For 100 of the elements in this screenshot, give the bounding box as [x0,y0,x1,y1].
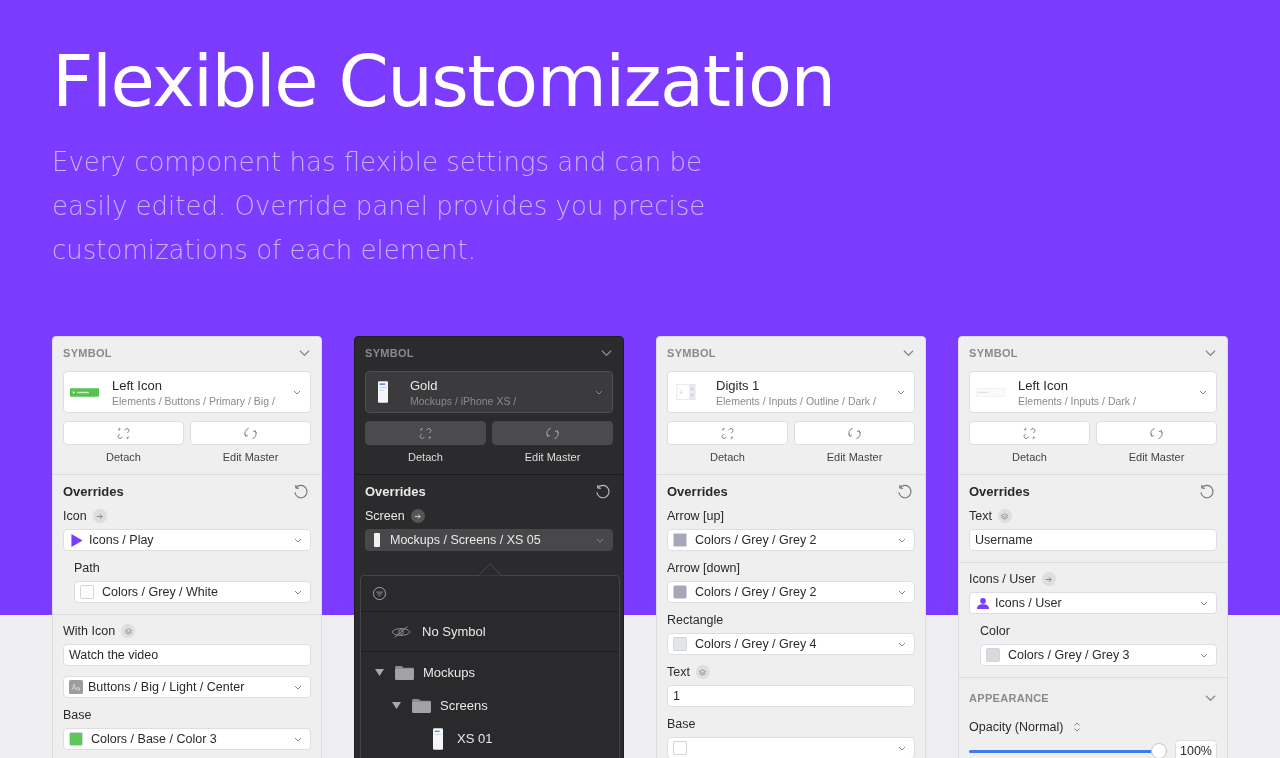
button-caption: Detach [1012,451,1047,463]
text-field[interactable]: 1 [667,685,915,707]
field-label: Text [969,509,992,523]
field-label: Text [667,665,690,679]
dropdown[interactable]: Colors / Grey / Grey 4 [667,633,915,655]
button-caption: Edit Master [1128,451,1185,463]
section-title: APPEARANCE [969,692,1049,704]
field-label: Opacity (Normal) [969,720,1064,734]
symbol-picker[interactable]: Left Icon Elements / Inputs / Dark / [969,371,1217,413]
field-label: With Icon [63,624,116,638]
chevron-icon[interactable] [903,349,914,357]
reset-icon[interactable] [896,483,913,500]
overrides-title: Overrides [667,484,728,499]
dropdown[interactable]: Colors / Grey / Grey 2 [667,529,915,551]
button-thumbnail-icon [70,387,99,397]
chevron-icon [898,589,906,595]
slider-thumb[interactable] [1151,743,1167,758]
symbol-name: Left Icon [112,377,163,393]
dropdown[interactable]: Colors / Grey / Grey 2 [667,581,915,603]
dropdown[interactable]: Colors / Grey / Grey 3 [980,644,1217,666]
up-down-icon[interactable] [1073,721,1082,733]
button-caption: Detach [408,451,443,463]
tree-item[interactable]: Screens [361,689,619,722]
text-style-icon [69,680,83,694]
symbol-picker[interactable]: Gold Mockups / iPhone XS / [365,371,613,413]
chevron-icon[interactable] [601,349,612,357]
intro-text: Every component has flexible settings and can be easily edited. Override panel provides you precise customizations of each element. [52,146,707,267]
section-title: SYMBOL [969,347,1018,359]
sync-icon [847,425,862,441]
hidden-eye-icon [391,624,411,639]
tree-item[interactable]: XS 01 [361,722,619,755]
field-label: Icons / User [969,572,1036,586]
layers-icon[interactable] [121,624,136,638]
reset-icon[interactable] [292,483,309,500]
user-icon [977,596,989,610]
field-label: Arrow [up] [667,509,724,523]
headline: Flexible Customization [52,38,836,125]
reset-icon[interactable] [594,483,611,500]
overrides-title: Overrides [365,484,426,499]
text-field[interactable]: Watch the video [63,644,311,666]
symbol-name: Digits 1 [716,377,761,393]
dropdown[interactable]: Colors / Grey / White [74,581,311,603]
disclosure-triangle-icon[interactable] [392,701,401,710]
overrides-title: Overrides [63,484,124,499]
play-icon [71,533,83,547]
field-label: Base [667,717,696,731]
broken-link-icon [116,425,131,441]
dropdown[interactable]: Icons / User [969,592,1217,614]
broken-link-icon [720,425,735,441]
input-thumbnail-icon [976,387,1005,397]
button-caption: Detach [106,451,141,463]
phone-thumbnail-icon [378,379,388,405]
opacity-field[interactable]: 100% [1175,740,1217,758]
button-caption: Edit Master [524,451,581,463]
chevron-icon[interactable] [299,349,310,357]
field-label: Path [74,561,100,575]
phone-icon [374,533,380,547]
symbol-picker[interactable]: Left Icon Elements / Buttons / Primary / Big / [63,371,311,413]
sync-icon [1149,425,1164,441]
chevron-icon [1199,389,1207,395]
overrides-title: Overrides [969,484,1030,499]
chevron-icon [293,389,301,395]
tree-item[interactable]: Mockups [361,656,619,689]
field-label: Color [980,624,1010,638]
dropdown[interactable]: Colors / Base / Color 3 [63,728,311,750]
layers-icon[interactable] [695,665,710,679]
chevron-icon [898,537,906,543]
chevron-icon [294,736,302,742]
symbol-path: Elements / Inputs / Dark / [1018,394,1137,407]
symbol-name: Left Icon [1018,377,1069,393]
field-label: Screen [365,509,405,523]
chevron-icon[interactable] [1205,349,1216,357]
chevron-icon [294,589,302,595]
opacity-slider[interactable] [969,743,1167,758]
reset-icon[interactable] [1198,483,1215,500]
dropdown[interactable]: Buttons / Big / Light / Center [63,676,311,698]
dropdown[interactable]: Icons / Play [63,529,311,551]
chevron-icon [595,389,603,395]
menu-item[interactable]: No Symbol [361,612,619,652]
layers-icon[interactable] [997,509,1012,523]
phone-icon [433,726,443,751]
chevron-icon [1200,652,1208,658]
sync-icon [243,425,258,441]
chevron-icon[interactable] [1205,694,1216,702]
button-caption: Detach [710,451,745,463]
field-label: Rectangle [667,613,724,627]
symbol-picker[interactable]: Digits 1 Elements / Inputs / Outline / Dark / [667,371,915,413]
chevron-icon [294,684,302,690]
section-title: SYMBOL [63,347,112,359]
dropdown[interactable]: Mockups / Screens / XS 05 [365,529,613,551]
broken-link-icon [1022,425,1037,441]
button-caption: Edit Master [222,451,279,463]
stepper-thumbnail-icon [676,384,696,400]
field-label: Base [63,708,92,722]
symbol-path: Mockups / iPhone XS / [410,394,518,407]
chevron-icon [596,537,604,543]
disclosure-triangle-icon[interactable] [375,668,384,677]
button-caption: Edit Master [826,451,883,463]
text-field[interactable]: Username [969,529,1217,551]
filter-icon[interactable] [372,586,387,601]
